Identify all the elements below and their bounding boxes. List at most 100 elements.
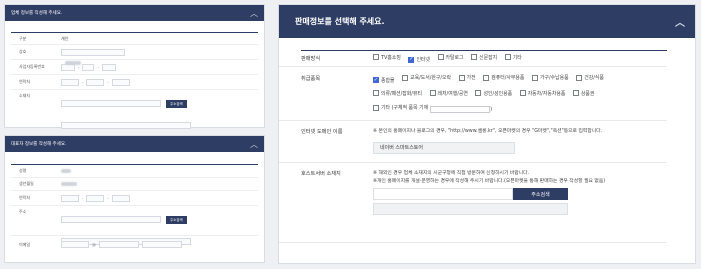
company-type-label: 구분 xyxy=(19,35,27,41)
checkbox-newspaper[interactable]: 신문잡지 xyxy=(471,54,497,61)
company-info-title: 업체 정보를 작성해 주세요. xyxy=(11,11,63,16)
chevron-up-icon[interactable]: ︿ xyxy=(250,139,258,150)
items-other-close: ) xyxy=(490,106,493,113)
domain-body: ※ 본인의 홈페이지나 블로그의 경우, "http://www.셀롱.kr",… xyxy=(373,128,667,162)
host-row: 호스트서버 소재지 ※ 해외인 경우 업체 소재지의 시군구청에 직접 방문하여… xyxy=(279,163,667,243)
bizno-input-3[interactable] xyxy=(101,63,116,71)
checkbox-box[interactable] xyxy=(483,74,490,81)
checkbox-tv-shopping[interactable]: TV홈쇼핑 xyxy=(373,54,401,61)
sales-info-header[interactable]: 판매정보를 선택해 주세요. ︿ xyxy=(279,5,695,38)
host-note-1: ※ 해외인 경우 업체 소재지의 시군구청에 직접 방문하여 신청하시기 바랍니… xyxy=(373,171,530,176)
checkbox-adult[interactable]: 성인/성인용품 xyxy=(475,90,512,97)
checkbox-box[interactable] xyxy=(437,54,444,61)
rep-name-value xyxy=(61,169,71,173)
rep-birth-value xyxy=(61,182,77,186)
rep-address-label: 주소 xyxy=(19,209,27,214)
checkbox-box[interactable] xyxy=(373,90,379,96)
company-address-label: 소재지 xyxy=(19,93,31,98)
rep-name-label: 성명 xyxy=(19,168,27,173)
checkbox-automotive[interactable]: 자동차/자동차용품 xyxy=(519,90,565,97)
rep-birth-label: 생년월일 xyxy=(19,181,34,186)
checkbox-box[interactable] xyxy=(576,74,583,81)
checkbox-box[interactable] xyxy=(531,74,538,81)
host-label: 호스트서버 소재지 xyxy=(301,171,341,177)
rep-row-address: 주소 주소검색 xyxy=(11,206,258,245)
checkbox-catalog[interactable]: 카탈로그 xyxy=(437,54,464,61)
checkbox-internet[interactable]: ✓ 인터넷 xyxy=(408,56,430,63)
company-address-detail-input[interactable] xyxy=(61,122,191,129)
checkbox-furniture[interactable]: 가구/수납용품 xyxy=(531,74,569,81)
phone-input-3[interactable] xyxy=(111,78,130,86)
rep-info-title: 대표자 정보를 작성해 주세요. xyxy=(11,142,67,147)
company-address-search-button[interactable]: 주소검색 xyxy=(166,99,187,108)
company-row-bizno: 사업자등록번호 - - xyxy=(11,60,258,75)
checkbox-items-other[interactable]: 기타 (구체적 품목 기재 xyxy=(373,104,428,111)
items-other-input[interactable] xyxy=(430,105,491,113)
domain-row: 인터넷 도메인 이름 ※ 본인의 홈페이지나 블로그의 경우, "http://… xyxy=(279,121,667,163)
sales-info-panel: 판매정보를 선택해 주세요. ︿ 판매방식 TV홈쇼핑 ✓ 인터넷 카탈로그 신문… xyxy=(278,4,696,264)
chevron-up-icon[interactable]: ︿ xyxy=(675,14,685,29)
checkbox-box[interactable] xyxy=(504,54,511,61)
domain-label: 인터넷 도메인 이름 xyxy=(301,129,343,135)
items-label: 취급품목 xyxy=(301,76,321,82)
rep-phone-input-2[interactable] xyxy=(86,194,105,202)
company-name-label: 상호 xyxy=(19,49,27,54)
bizno-input-1[interactable] xyxy=(61,63,75,71)
domain-note: ※ 본인의 홈페이지나 블로그의 경우, "http://www.셀롱.kr",… xyxy=(373,129,603,134)
checkbox-general-mall[interactable]: ✓ 종합몰 xyxy=(373,77,395,84)
checkbox-box[interactable] xyxy=(471,54,478,61)
items-options: ✓ 종합몰 교육/도서/완구/오락 가전 컴퓨터/사무용품 가구/수납용품 건강/… xyxy=(373,74,667,120)
chevron-up-icon[interactable]: ︿ xyxy=(250,8,258,19)
rep-address-search-button[interactable]: 주소검색 xyxy=(166,215,187,224)
phone-input-2[interactable] xyxy=(86,78,105,86)
rep-email-domain-select[interactable] xyxy=(142,241,182,248)
checkbox-box[interactable] xyxy=(402,74,409,81)
checkbox-leisure[interactable]: 레저/여행/공연 xyxy=(429,90,468,97)
company-row-type: 구분 개인 xyxy=(11,33,258,45)
check-icon[interactable]: ✓ xyxy=(408,56,415,63)
rep-row-birth: 생년월일 xyxy=(11,178,258,191)
company-row-phone: 연락처 - - xyxy=(11,75,258,90)
checkbox-education[interactable]: 교육/도서/완구/오락 xyxy=(402,74,451,81)
rep-address-input[interactable] xyxy=(61,216,161,223)
checkbox-box[interactable] xyxy=(373,104,379,111)
checkbox-box[interactable] xyxy=(429,90,436,96)
company-address-input[interactable] xyxy=(61,100,161,107)
rep-phone-label: 연락처 xyxy=(19,195,31,200)
host-address-search-button[interactable]: 주소검색 xyxy=(513,188,568,200)
domain-input[interactable]: 네이버 스마트스토어 xyxy=(373,141,515,154)
items-row: 취급품목 ✓ 종합몰 교육/도서/완구/오락 가전 컴퓨터/사무용품 가구/수납용… xyxy=(279,67,667,121)
rep-email-label: 이메일 xyxy=(19,241,31,247)
company-type-value: 개인 xyxy=(61,35,69,41)
host-address-detail-input[interactable] xyxy=(373,203,568,215)
sales-method-row: 판매방식 TV홈쇼핑 ✓ 인터넷 카탈로그 신문잡지 기타 xyxy=(279,51,667,67)
company-info-panel: 업체 정보를 작성해 주세요. ︿ 구분 개인 상호 사업자등록번호 - - 연… xyxy=(4,4,265,129)
company-name-input[interactable] xyxy=(61,48,125,65)
rep-email-id-input[interactable] xyxy=(61,241,89,248)
checkbox-box[interactable] xyxy=(373,54,379,61)
company-info-header[interactable]: 업체 정보를 작성해 주세요. ︿ xyxy=(5,5,264,21)
rep-phone-input-3[interactable] xyxy=(111,194,130,202)
rep-email-domain-input[interactable] xyxy=(99,241,139,248)
bizno-input-2[interactable] xyxy=(82,63,95,71)
checkbox-box[interactable] xyxy=(458,74,465,81)
checkbox-box[interactable] xyxy=(475,90,482,96)
company-row-address: 소재지 주소검색 xyxy=(11,90,258,129)
checkbox-fashion[interactable]: 의류/패션/잡화/뷰티 xyxy=(373,90,422,97)
host-body: ※ 해외인 경우 업체 소재지의 시군구청에 직접 방문하여 신청하시기 바랍니… xyxy=(373,170,673,242)
check-icon[interactable]: ✓ xyxy=(373,77,379,83)
rep-info-header[interactable]: 대표자 정보를 작성해 주세요. ︿ xyxy=(5,136,264,152)
sales-info-title: 판매정보를 선택해 주세요. xyxy=(295,17,385,26)
checkbox-box[interactable] xyxy=(519,90,526,96)
phone-input-1[interactable] xyxy=(61,78,79,86)
checkbox-gift-card[interactable]: 상품권 xyxy=(572,90,594,97)
sales-method-options: TV홈쇼핑 ✓ 인터넷 카탈로그 신문잡지 기타 xyxy=(373,54,667,63)
checkbox-appliance[interactable]: 가전 xyxy=(458,74,476,81)
checkbox-computer[interactable]: 컴퓨터/사무용품 xyxy=(483,74,524,81)
rep-phone-input-1[interactable] xyxy=(61,194,79,202)
checkbox-box[interactable] xyxy=(572,90,579,96)
host-address-input[interactable] xyxy=(373,188,513,200)
checkbox-health-food[interactable]: 건강/식품 xyxy=(576,74,604,81)
checkbox-other[interactable]: 기타 xyxy=(504,54,522,61)
company-row-name: 상호 xyxy=(11,45,258,65)
